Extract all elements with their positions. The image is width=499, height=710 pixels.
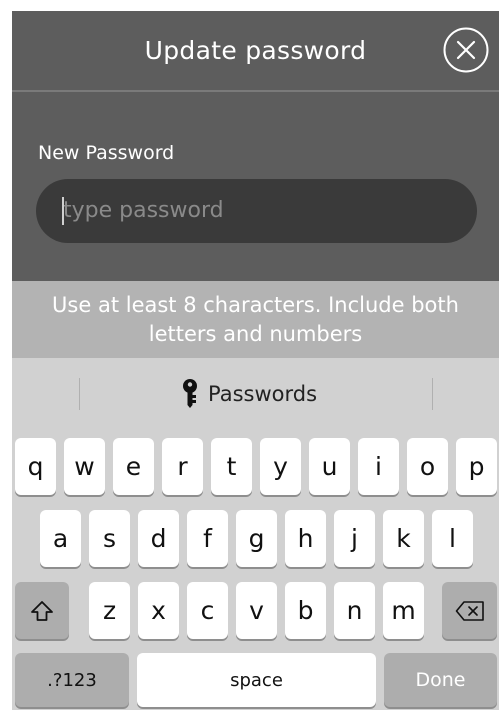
- key-k[interactable]: k: [383, 510, 424, 567]
- key-p[interactable]: p: [456, 438, 497, 495]
- key-e[interactable]: e: [113, 438, 154, 495]
- close-circle-icon: [443, 27, 489, 73]
- key-z[interactable]: z: [89, 582, 130, 639]
- suggestion-divider: [79, 378, 80, 410]
- done-key[interactable]: Done: [384, 653, 497, 707]
- key-u[interactable]: u: [309, 438, 350, 495]
- key-m[interactable]: m: [383, 582, 424, 639]
- key-h[interactable]: h: [285, 510, 326, 567]
- app-frame: Update password New Password type passwo…: [12, 11, 499, 710]
- password-placeholder: type password: [63, 198, 224, 223]
- key-f[interactable]: f: [187, 510, 228, 567]
- numbers-key[interactable]: .?123: [15, 653, 129, 707]
- key-s[interactable]: s: [89, 510, 130, 567]
- key-q[interactable]: q: [15, 438, 56, 495]
- backspace-key[interactable]: [442, 582, 497, 639]
- key-t[interactable]: t: [211, 438, 252, 495]
- backspace-icon: [455, 600, 484, 621]
- key-j[interactable]: j: [334, 510, 375, 567]
- new-password-label: New Password: [38, 142, 175, 164]
- header-bar: Update password: [12, 11, 499, 92]
- key-g[interactable]: g: [236, 510, 277, 567]
- password-hint: Use at least 8 characters. Include both …: [12, 281, 499, 358]
- key-o[interactable]: o: [407, 438, 448, 495]
- key-a[interactable]: a: [40, 510, 81, 567]
- key-icon: [183, 379, 197, 408]
- key-l[interactable]: l: [432, 510, 473, 567]
- key-b[interactable]: b: [285, 582, 326, 639]
- key-d[interactable]: d: [138, 510, 179, 567]
- key-i[interactable]: i: [358, 438, 399, 495]
- space-key[interactable]: space: [137, 653, 376, 707]
- key-n[interactable]: n: [334, 582, 375, 639]
- new-password-input[interactable]: type password: [36, 179, 477, 243]
- password-form: New Password type password: [12, 92, 499, 281]
- close-button[interactable]: [442, 26, 490, 74]
- key-v[interactable]: v: [236, 582, 277, 639]
- passwords-label: Passwords: [208, 382, 318, 406]
- key-r[interactable]: r: [162, 438, 203, 495]
- shift-icon: [31, 600, 53, 621]
- hint-line-2: letters and numbers: [148, 322, 363, 346]
- hint-line-1: Use at least 8 characters. Include both: [52, 293, 459, 317]
- key-w[interactable]: w: [64, 438, 105, 495]
- text-caret: [62, 197, 64, 225]
- keyboard: Passwords q w e r t y u i o p a s d f g …: [12, 358, 499, 710]
- suggestion-bar: Passwords: [12, 358, 499, 428]
- page-title: Update password: [144, 36, 367, 65]
- key-x[interactable]: x: [138, 582, 179, 639]
- passwords-suggestion[interactable]: Passwords: [182, 375, 317, 413]
- suggestion-divider: [432, 378, 433, 410]
- key-y[interactable]: y: [260, 438, 301, 495]
- shift-key[interactable]: [15, 582, 69, 639]
- key-c[interactable]: c: [187, 582, 228, 639]
